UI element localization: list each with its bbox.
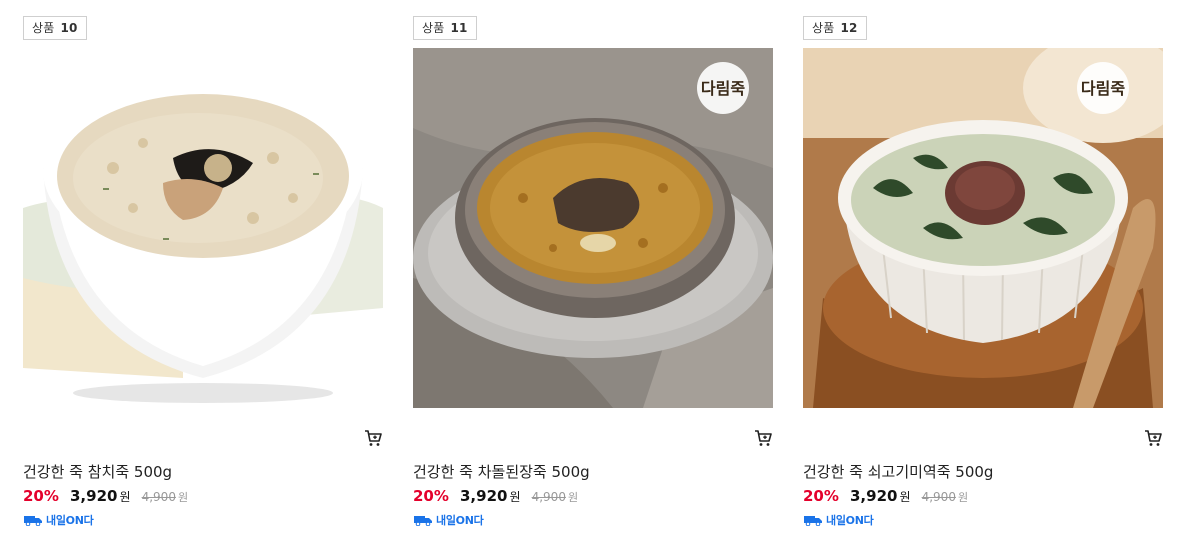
original-currency: 원: [567, 491, 579, 504]
product-image[interactable]: 다림죽: [413, 48, 773, 408]
add-to-cart-button[interactable]: [1143, 428, 1163, 448]
delivery-truck-icon: [414, 516, 432, 526]
product-card[interactable]: 상품 10 건강한 죽 참치죽 500g 20% 3,920 원 4,900 원…: [23, 0, 383, 544]
badge-prefix: 상품: [812, 21, 835, 35]
product-card[interactable]: 상품 11 다림죽 건강한 죽 차돌된장죽 500g 20% 3,920 원 4…: [413, 0, 773, 544]
original-currency: 원: [177, 491, 189, 504]
price-row: 20% 3,920 원 4,900 원: [413, 486, 578, 506]
delivery-truck-icon: [804, 516, 822, 526]
delivery-label: 내일ON다: [436, 514, 484, 527]
discount-rate: 20%: [23, 487, 59, 505]
product-name[interactable]: 건강한 죽 차돌된장죽 500g: [413, 461, 590, 482]
product-badge: 상품 10: [23, 16, 87, 40]
beef-seaweed-porridge-photo: 다림죽: [803, 48, 1163, 408]
sale-price: 3,920: [460, 487, 508, 505]
cart-icon: [755, 430, 772, 446]
product-badge: 상품 11: [413, 16, 477, 40]
product-badge: 상품 12: [803, 16, 867, 40]
original-currency: 원: [957, 491, 969, 504]
delivery-label: 내일ON다: [46, 514, 94, 527]
discount-rate: 20%: [803, 487, 839, 505]
product-image[interactable]: 다림죽: [803, 48, 1163, 408]
currency: 원: [509, 490, 521, 504]
sale-price: 3,920: [70, 487, 118, 505]
sale-price: 3,920: [850, 487, 898, 505]
discount-rate: 20%: [413, 487, 449, 505]
delivery-badge: 내일ON다: [803, 512, 874, 528]
original-price: 4,900: [141, 490, 176, 504]
price-row: 20% 3,920 원 4,900 원: [23, 486, 188, 506]
delivery-badge: 내일ON다: [413, 512, 484, 528]
badge-number: 10: [60, 21, 78, 35]
original-price: 4,900: [531, 490, 566, 504]
badge-prefix: 상품: [32, 21, 55, 35]
add-to-cart-button[interactable]: [363, 428, 383, 448]
tuna-porridge-photo: [23, 48, 383, 408]
currency: 원: [899, 490, 911, 504]
add-to-cart-button[interactable]: [753, 428, 773, 448]
original-price: 4,900: [921, 490, 956, 504]
badge-number: 12: [840, 21, 858, 35]
brand-logo: 다림죽: [701, 79, 745, 98]
product-image[interactable]: [23, 48, 383, 408]
product-name[interactable]: 건강한 죽 참치죽 500g: [23, 461, 172, 482]
badge-number: 11: [450, 21, 468, 35]
badge-prefix: 상품: [422, 21, 445, 35]
currency: 원: [119, 490, 131, 504]
brisket-doenjang-porridge-photo: 다림죽: [413, 48, 773, 408]
cart-icon: [1145, 430, 1162, 446]
delivery-truck-icon: [24, 516, 42, 526]
cart-icon: [365, 430, 382, 446]
price-row: 20% 3,920 원 4,900 원: [803, 486, 968, 506]
delivery-label: 내일ON다: [826, 514, 874, 527]
product-name[interactable]: 건강한 죽 쇠고기미역죽 500g: [803, 461, 993, 482]
delivery-badge: 내일ON다: [23, 512, 94, 528]
brand-logo: 다림죽: [1081, 79, 1125, 98]
product-card[interactable]: 상품 12 다림죽 건강한 죽 쇠고기미역죽 500g 20% 3,920 원 …: [803, 0, 1163, 544]
